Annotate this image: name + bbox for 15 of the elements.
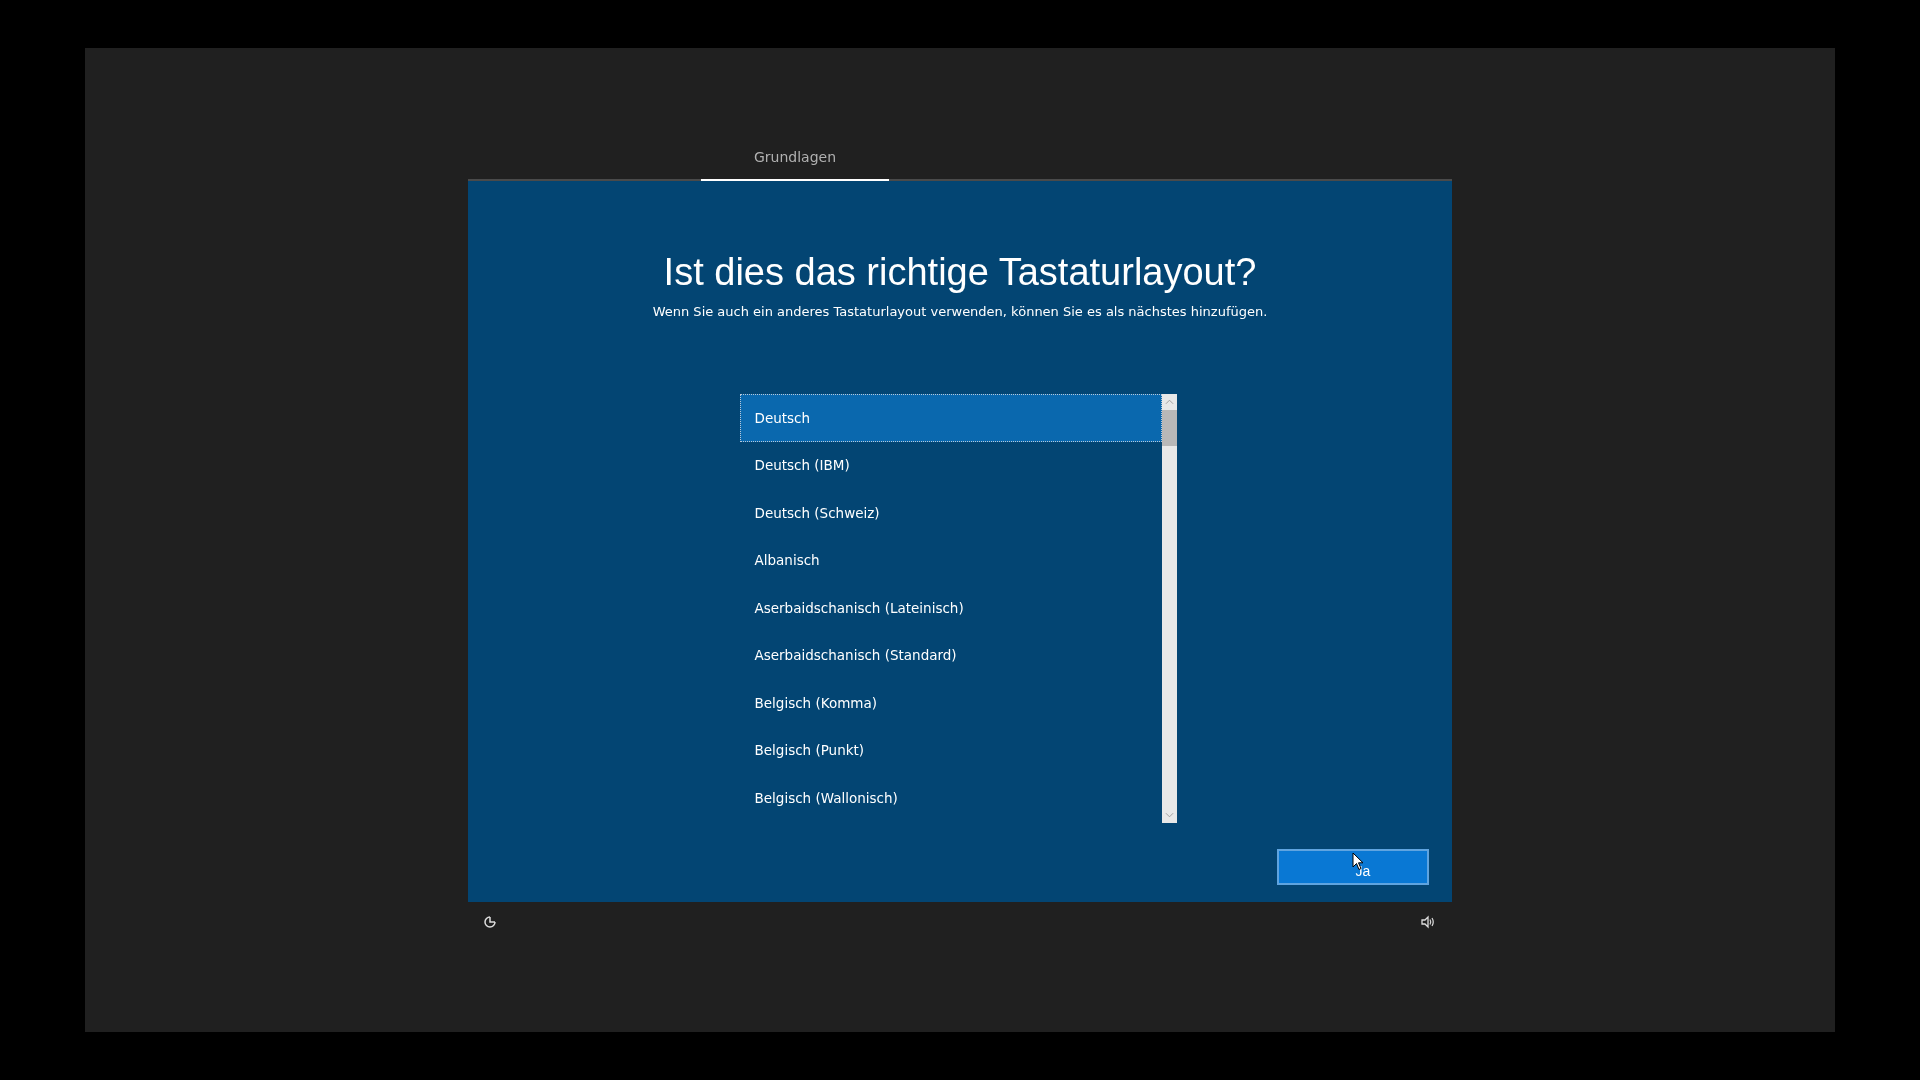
- page-title: Ist dies das richtige Tastaturlayout?: [663, 251, 1257, 294]
- layout-list-item[interactable]: Aserbaidschanisch (Lateinisch): [739, 584, 1162, 632]
- layout-list-item[interactable]: Deutsch (Schweiz): [739, 489, 1162, 537]
- layout-list-item[interactable]: Belgisch (Komma): [739, 679, 1162, 727]
- scrollbar[interactable]: [1161, 394, 1177, 823]
- page-subtitle: Wenn Sie auch ein anderes Tastaturlayout verwenden, können Sie es als nächstes hinzufügen.: [652, 304, 1268, 319]
- layout-list-item[interactable]: Aserbaidschanisch (Standard): [739, 631, 1162, 679]
- layout-list-item[interactable]: Belgisch (Punkt): [739, 726, 1162, 774]
- layout-list-item[interactable]: Deutsch (IBM): [739, 441, 1162, 489]
- layout-list-item[interactable]: Deutsch: [739, 394, 1162, 442]
- speaker-icon[interactable]: [1420, 914, 1436, 930]
- layout-list-item[interactable]: Albanisch: [739, 536, 1162, 584]
- yes-button[interactable]: Ja: [1277, 849, 1429, 885]
- layout-list-item[interactable]: Belgisch (Wallonisch): [739, 774, 1162, 822]
- accessibility-icon[interactable]: [482, 914, 498, 930]
